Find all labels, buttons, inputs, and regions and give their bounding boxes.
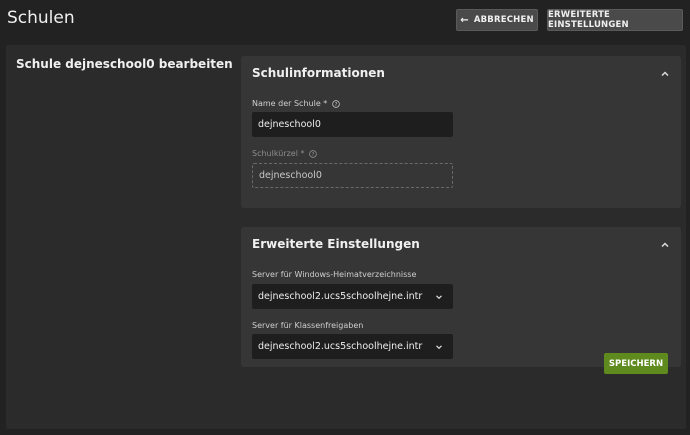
school-info-section-title: Schulinformationen xyxy=(252,66,385,80)
chevron-up-icon[interactable] xyxy=(659,239,671,251)
save-button[interactable]: SPEICHERN xyxy=(604,353,668,374)
home-server-select[interactable]: dejneschool2.ucs5schoolhejne.intr ... xyxy=(252,284,453,309)
cancel-button[interactable]: ← ABBRECHEN xyxy=(456,9,538,31)
class-server-select[interactable]: dejneschool2.ucs5schoolhejne.intr ... xyxy=(252,334,453,359)
advanced-settings-button-label: ERWEITERTE EINSTELLUNGEN xyxy=(548,10,629,30)
home-server-value: dejneschool2.ucs5schoolhejne.intr ... xyxy=(258,291,424,302)
school-short-label: Schulkürzel * ? xyxy=(252,149,318,158)
chevron-down-icon xyxy=(436,345,442,350)
school-short-input: dejneschool0 xyxy=(252,163,453,188)
advanced-settings-section: Erweiterte Einstellungen Server für Wind… xyxy=(241,227,681,367)
class-server-value: dejneschool2.ucs5schoolhejne.intr ... xyxy=(258,341,424,352)
home-server-label: Server für Windows-Heimatverzeichnisse xyxy=(252,270,417,279)
page-header: Schulen ← ABBRECHEN ERWEITERTE EINSTELLU… xyxy=(0,0,690,42)
help-circle-icon[interactable]: ? xyxy=(332,99,341,108)
cancel-button-label: ABBRECHEN xyxy=(473,15,534,25)
help-circle-icon[interactable]: ? xyxy=(309,149,318,158)
chevron-down-icon xyxy=(436,295,442,300)
advanced-settings-button[interactable]: ERWEITERTE EINSTELLUNGEN xyxy=(547,9,683,31)
arrow-left-icon: ← xyxy=(460,14,469,26)
school-short-label-text: Schulkürzel * xyxy=(252,149,305,158)
edit-form-panel: Schule dejneschool0 bearbeiten Schulinfo… xyxy=(6,45,686,429)
school-name-input[interactable]: dejneschool0 xyxy=(252,112,453,137)
school-name-label-text: Name der Schule * xyxy=(252,99,328,108)
class-server-label: Server für Klassenfreigaben xyxy=(252,321,364,330)
chevron-up-icon[interactable] xyxy=(659,68,671,80)
school-info-section: Schulinformationen Name der Schule * ? d… xyxy=(241,56,681,208)
school-name-label: Name der Schule * ? xyxy=(252,99,341,108)
page-title: Schulen xyxy=(7,8,75,28)
form-title: Schule dejneschool0 bearbeiten xyxy=(16,57,233,71)
advanced-settings-section-title: Erweiterte Einstellungen xyxy=(252,237,420,251)
